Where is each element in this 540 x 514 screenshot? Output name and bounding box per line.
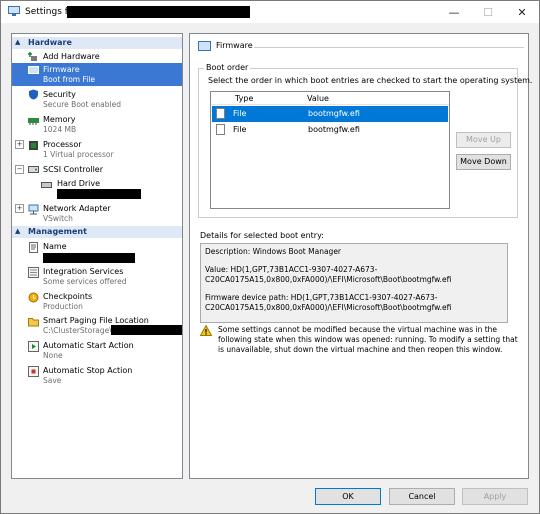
cancel-button[interactable]: Cancel bbox=[389, 488, 455, 505]
redacted-path bbox=[111, 325, 182, 335]
boot-entry-row[interactable]: File bootmgfw.efi bbox=[212, 122, 448, 138]
network-adapter-icon bbox=[28, 204, 39, 215]
automatic-start-icon bbox=[28, 341, 39, 352]
column-header-type[interactable]: Type bbox=[235, 94, 253, 103]
boot-entry-row[interactable]: File bootmgfw.efi bbox=[212, 106, 448, 122]
folder-icon bbox=[28, 318, 39, 327]
details-label: Details for selected boot entry: bbox=[200, 231, 324, 240]
tree-item-smart-paging[interactable]: Smart Paging File Location C:\ClusterSto… bbox=[12, 314, 182, 337]
firmware-panel: Firmware Boot order Select the order in … bbox=[189, 33, 533, 479]
list-header: Type Value bbox=[211, 92, 449, 105]
memory-icon bbox=[28, 118, 39, 125]
hardware-section-header[interactable]: ▲ Hardware bbox=[12, 37, 182, 49]
collapse-chevron-icon: ▲ bbox=[15, 227, 21, 235]
file-icon bbox=[216, 108, 225, 119]
collapse-chevron-icon: ▲ bbox=[15, 38, 21, 46]
tree-item-checkpoints[interactable]: Checkpoints Production bbox=[12, 290, 182, 313]
checkpoints-icon bbox=[28, 292, 39, 303]
hard-drive-icon bbox=[41, 182, 52, 188]
minimize-button[interactable]: — bbox=[437, 1, 471, 23]
name-tag-icon bbox=[29, 242, 38, 253]
move-up-button[interactable]: Move Up bbox=[456, 132, 511, 148]
maximize-button[interactable]: ☐ bbox=[471, 1, 505, 23]
redacted-drive-path bbox=[57, 189, 141, 199]
shield-icon bbox=[29, 89, 38, 100]
collapse-toggle[interactable]: − bbox=[15, 165, 24, 174]
management-section-header[interactable]: ▲ Management bbox=[12, 226, 182, 238]
panel-title: Firmware bbox=[216, 41, 253, 50]
tree-item-firmware[interactable]: Firmware Boot from File bbox=[12, 63, 182, 86]
tree-item-integration-services[interactable]: Integration Services Some services offer… bbox=[12, 265, 182, 288]
expand-toggle[interactable]: + bbox=[15, 204, 24, 213]
boot-order-label: Boot order bbox=[204, 63, 251, 72]
title-divider bbox=[254, 47, 524, 48]
add-hardware-icon bbox=[28, 52, 37, 61]
title-bar: Settings for — ☐ ✕ bbox=[1, 1, 539, 23]
expand-toggle[interactable]: + bbox=[15, 140, 24, 149]
boot-entry-details[interactable]: Description: Windows Boot Manager Value:… bbox=[200, 243, 508, 323]
tree-item-security[interactable]: Security Secure Boot enabled bbox=[12, 88, 182, 111]
processor-icon bbox=[29, 141, 38, 150]
tree-item-automatic-stop[interactable]: Automatic Stop Action Save bbox=[12, 364, 182, 387]
settings-window: Settings for — ☐ ✕ ▲ Hardware Add Hardwa… bbox=[0, 0, 540, 514]
tree-item-memory[interactable]: Memory 1024 MB bbox=[12, 113, 182, 136]
ok-button[interactable]: OK bbox=[315, 488, 381, 505]
close-button[interactable]: ✕ bbox=[505, 1, 539, 23]
tree-item-automatic-start[interactable]: Automatic Start Action None bbox=[12, 339, 182, 362]
redacted-vm-name bbox=[67, 6, 250, 18]
tree-item-hard-drive[interactable]: Hard Drive bbox=[12, 177, 182, 201]
firmware-icon bbox=[198, 41, 211, 51]
tree-item-network-adapter[interactable]: + Network Adapter VSwitch bbox=[12, 202, 182, 225]
file-icon bbox=[216, 124, 225, 135]
boot-entries-list[interactable]: Type Value File bootmgfw.efi File bootmg… bbox=[210, 91, 450, 209]
warning-icon bbox=[200, 325, 212, 336]
redacted-vm-name bbox=[43, 253, 135, 263]
scsi-controller-icon bbox=[28, 166, 39, 173]
tree-item-processor[interactable]: + Processor 1 Virtual processor bbox=[12, 138, 182, 161]
apply-button[interactable]: Apply bbox=[462, 488, 528, 505]
firmware-icon bbox=[28, 66, 39, 74]
integration-services-icon bbox=[28, 267, 39, 278]
settings-app-icon bbox=[8, 6, 20, 16]
boot-order-instructions: Select the order in which boot entries a… bbox=[208, 76, 533, 85]
tree-item-add-hardware[interactable]: Add Hardware bbox=[12, 50, 182, 63]
automatic-stop-icon bbox=[28, 366, 39, 377]
move-down-button[interactable]: Move Down bbox=[456, 154, 511, 170]
settings-tree: ▲ Hardware Add Hardware Firmware Boot fr… bbox=[11, 33, 183, 479]
running-state-warning: Some settings cannot be modified because… bbox=[218, 325, 518, 354]
tree-item-scsi-controller[interactable]: − SCSI Controller bbox=[12, 163, 182, 176]
column-header-value[interactable]: Value bbox=[307, 94, 329, 103]
tree-item-name[interactable]: Name bbox=[12, 240, 182, 264]
